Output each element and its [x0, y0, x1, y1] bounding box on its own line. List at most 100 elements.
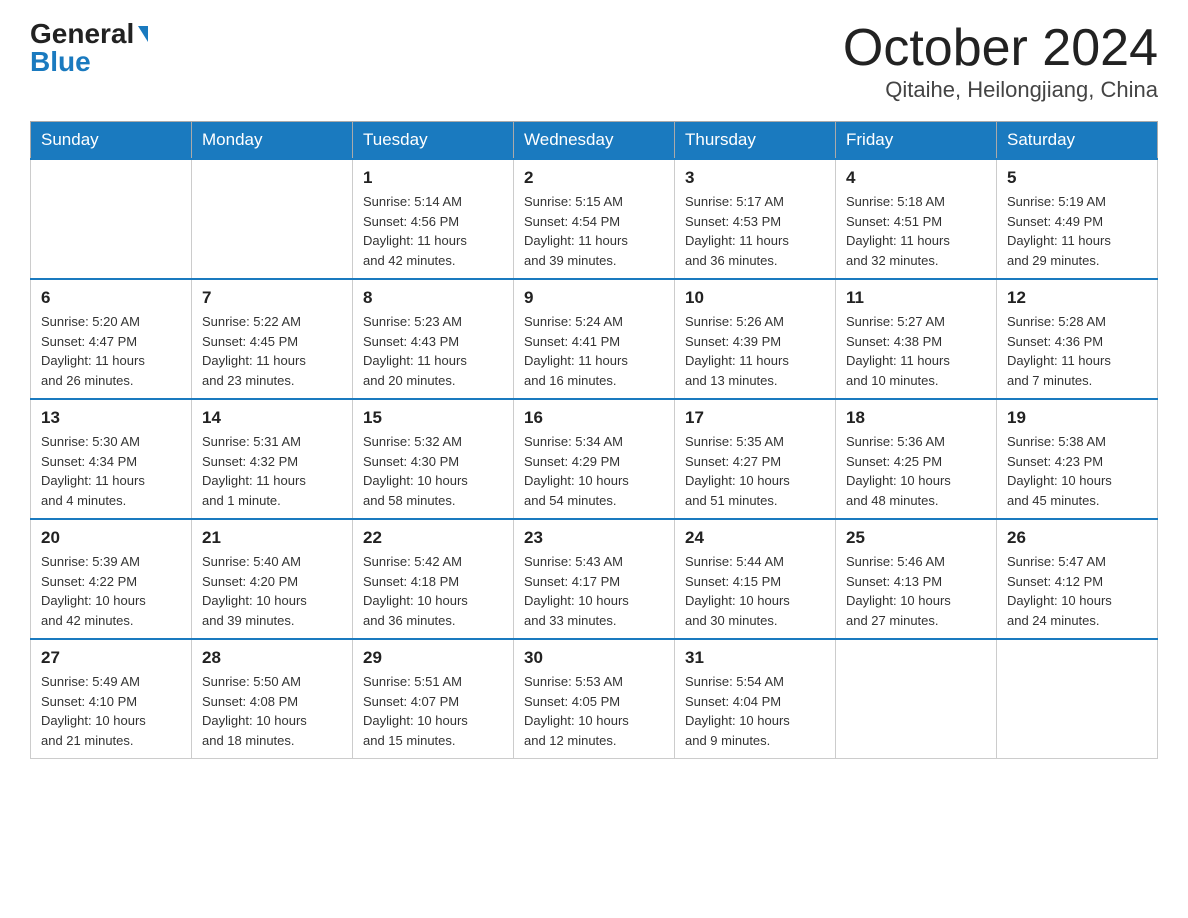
logo-triangle-icon	[138, 26, 148, 42]
day-number: 18	[846, 408, 986, 428]
day-number: 16	[524, 408, 664, 428]
week-row-3: 13 Sunrise: 5:30 AMSunset: 4:34 PMDayligh…	[31, 399, 1158, 519]
calendar-header-tuesday: Tuesday	[353, 122, 514, 160]
calendar-cell	[192, 159, 353, 279]
calendar-cell: 24Sunrise: 5:44 AMSunset: 4:15 PMDayligh…	[675, 519, 836, 639]
day-number: 20	[41, 528, 181, 548]
day-info: Sunrise: 5:19 AMSunset: 4:49 PMDaylight:…	[1007, 192, 1147, 270]
day-number: 22	[363, 528, 503, 548]
day-info: Sunrise: 5:22 AMSunset: 4:45 PMDaylight:…	[202, 312, 342, 390]
day-info: Sunrise: 5:46 AMSunset: 4:13 PMDaylight:…	[846, 552, 986, 630]
day-info: Sunrise: 5:23 AMSunset: 4:43 PMDaylight:…	[363, 312, 503, 390]
day-info: Sunrise: 5:40 AMSunset: 4:20 PMDaylight:…	[202, 552, 342, 630]
logo-general-text: General	[30, 20, 134, 48]
day-number: 30	[524, 648, 664, 668]
calendar-cell: 26 Sunrise: 5:47 AMSunset: 4:12 PMDayligh…	[997, 519, 1158, 639]
calendar-cell: 2 Sunrise: 5:15 AMSunset: 4:54 PMDaylight…	[514, 159, 675, 279]
calendar-cell: 14Sunrise: 5:31 AMSunset: 4:32 PMDayligh…	[192, 399, 353, 519]
day-number: 4	[846, 168, 986, 188]
week-row-5: 27 Sunrise: 5:49 AMSunset: 4:10 PMDayligh…	[31, 639, 1158, 759]
day-number: 11	[846, 288, 986, 308]
day-number: 28	[202, 648, 342, 668]
day-info: Sunrise: 5:39 AMSunset: 4:22 PMDaylight:…	[41, 552, 181, 630]
day-info: Sunrise: 5:44 AMSunset: 4:15 PMDaylight:…	[685, 552, 825, 630]
day-info: Sunrise: 5:42 AMSunset: 4:18 PMDaylight:…	[363, 552, 503, 630]
day-number: 15	[363, 408, 503, 428]
week-row-1: 1 Sunrise: 5:14 AMSunset: 4:56 PMDaylight…	[31, 159, 1158, 279]
day-info: Sunrise: 5:15 AMSunset: 4:54 PMDaylight:…	[524, 192, 664, 270]
day-info: Sunrise: 5:14 AMSunset: 4:56 PMDaylight:…	[363, 192, 503, 270]
day-number: 10	[685, 288, 825, 308]
day-info: Sunrise: 5:32 AMSunset: 4:30 PMDaylight:…	[363, 432, 503, 510]
calendar-cell: 5 Sunrise: 5:19 AMSunset: 4:49 PMDaylight…	[997, 159, 1158, 279]
week-row-2: 6 Sunrise: 5:20 AMSunset: 4:47 PMDaylight…	[31, 279, 1158, 399]
day-info: Sunrise: 5:54 AMSunset: 4:04 PMDaylight:…	[685, 672, 825, 750]
day-info: Sunrise: 5:34 AMSunset: 4:29 PMDaylight:…	[524, 432, 664, 510]
day-info: Sunrise: 5:49 AMSunset: 4:10 PMDaylight:…	[41, 672, 181, 750]
day-info: Sunrise: 5:36 AMSunset: 4:25 PMDaylight:…	[846, 432, 986, 510]
day-number: 31	[685, 648, 825, 668]
day-info: Sunrise: 5:26 AMSunset: 4:39 PMDaylight:…	[685, 312, 825, 390]
day-info: Sunrise: 5:53 AMSunset: 4:05 PMDaylight:…	[524, 672, 664, 750]
calendar-header-wednesday: Wednesday	[514, 122, 675, 160]
day-number: 13	[41, 408, 181, 428]
day-info: Sunrise: 5:51 AMSunset: 4:07 PMDaylight:…	[363, 672, 503, 750]
day-info: Sunrise: 5:35 AMSunset: 4:27 PMDaylight:…	[685, 432, 825, 510]
day-info: Sunrise: 5:38 AMSunset: 4:23 PMDaylight:…	[1007, 432, 1147, 510]
day-number: 8	[363, 288, 503, 308]
day-number: 21	[202, 528, 342, 548]
calendar-cell	[997, 639, 1158, 759]
calendar-cell: 23Sunrise: 5:43 AMSunset: 4:17 PMDayligh…	[514, 519, 675, 639]
day-info: Sunrise: 5:27 AMSunset: 4:38 PMDaylight:…	[846, 312, 986, 390]
calendar-header-thursday: Thursday	[675, 122, 836, 160]
calendar-cell: 31 Sunrise: 5:54 AMSunset: 4:04 PMDayligh…	[675, 639, 836, 759]
day-info: Sunrise: 5:30 AMSunset: 4:34 PMDaylight:…	[41, 432, 181, 510]
day-number: 23	[524, 528, 664, 548]
title-section: October 2024 Qitaihe, Heilongjiang, Chin…	[843, 20, 1158, 103]
calendar-cell: 17 Sunrise: 5:35 AMSunset: 4:27 PMDayligh…	[675, 399, 836, 519]
day-number: 17	[685, 408, 825, 428]
calendar-cell	[836, 639, 997, 759]
day-info: Sunrise: 5:20 AMSunset: 4:47 PMDaylight:…	[41, 312, 181, 390]
calendar-cell: 8 Sunrise: 5:23 AMSunset: 4:43 PMDaylight…	[353, 279, 514, 399]
calendar-cell: 18 Sunrise: 5:36 AMSunset: 4:25 PMDayligh…	[836, 399, 997, 519]
calendar-cell: 19 Sunrise: 5:38 AMSunset: 4:23 PMDayligh…	[997, 399, 1158, 519]
day-info: Sunrise: 5:50 AMSunset: 4:08 PMDaylight:…	[202, 672, 342, 750]
day-number: 14	[202, 408, 342, 428]
calendar-cell: 27 Sunrise: 5:49 AMSunset: 4:10 PMDayligh…	[31, 639, 192, 759]
calendar-cell: 3 Sunrise: 5:17 AMSunset: 4:53 PMDaylight…	[675, 159, 836, 279]
calendar-cell: 21 Sunrise: 5:40 AMSunset: 4:20 PMDayligh…	[192, 519, 353, 639]
day-info: Sunrise: 5:28 AMSunset: 4:36 PMDaylight:…	[1007, 312, 1147, 390]
calendar-cell: 9 Sunrise: 5:24 AMSunset: 4:41 PMDaylight…	[514, 279, 675, 399]
calendar-cell: 22 Sunrise: 5:42 AMSunset: 4:18 PMDayligh…	[353, 519, 514, 639]
week-row-4: 20 Sunrise: 5:39 AMSunset: 4:22 PMDayligh…	[31, 519, 1158, 639]
calendar-header-sunday: Sunday	[31, 122, 192, 160]
day-info: Sunrise: 5:47 AMSunset: 4:12 PMDaylight:…	[1007, 552, 1147, 630]
calendar-cell: 4 Sunrise: 5:18 AMSunset: 4:51 PMDaylight…	[836, 159, 997, 279]
day-info: Sunrise: 5:24 AMSunset: 4:41 PMDaylight:…	[524, 312, 664, 390]
day-number: 9	[524, 288, 664, 308]
page-header: General Blue October 2024 Qitaihe, Heilo…	[30, 20, 1158, 103]
calendar-header-friday: Friday	[836, 122, 997, 160]
day-number: 26	[1007, 528, 1147, 548]
day-number: 6	[41, 288, 181, 308]
day-number: 5	[1007, 168, 1147, 188]
day-number: 27	[41, 648, 181, 668]
calendar-cell: 12Sunrise: 5:28 AMSunset: 4:36 PMDayligh…	[997, 279, 1158, 399]
day-number: 1	[363, 168, 503, 188]
day-number: 19	[1007, 408, 1147, 428]
day-info: Sunrise: 5:18 AMSunset: 4:51 PMDaylight:…	[846, 192, 986, 270]
calendar-table: SundayMondayTuesdayWednesdayThursdayFrid…	[30, 121, 1158, 759]
day-number: 2	[524, 168, 664, 188]
calendar-cell: 30 Sunrise: 5:53 AMSunset: 4:05 PMDayligh…	[514, 639, 675, 759]
calendar-cell: 7Sunrise: 5:22 AMSunset: 4:45 PMDaylight…	[192, 279, 353, 399]
calendar-cell: 13 Sunrise: 5:30 AMSunset: 4:34 PMDayligh…	[31, 399, 192, 519]
day-info: Sunrise: 5:17 AMSunset: 4:53 PMDaylight:…	[685, 192, 825, 270]
calendar-cell: 16 Sunrise: 5:34 AMSunset: 4:29 PMDayligh…	[514, 399, 675, 519]
calendar-cell: 11 Sunrise: 5:27 AMSunset: 4:38 PMDayligh…	[836, 279, 997, 399]
calendar-cell: 28 Sunrise: 5:50 AMSunset: 4:08 PMDayligh…	[192, 639, 353, 759]
calendar-header-monday: Monday	[192, 122, 353, 160]
day-number: 3	[685, 168, 825, 188]
month-title: October 2024	[843, 20, 1158, 77]
calendar-cell: 1 Sunrise: 5:14 AMSunset: 4:56 PMDaylight…	[353, 159, 514, 279]
